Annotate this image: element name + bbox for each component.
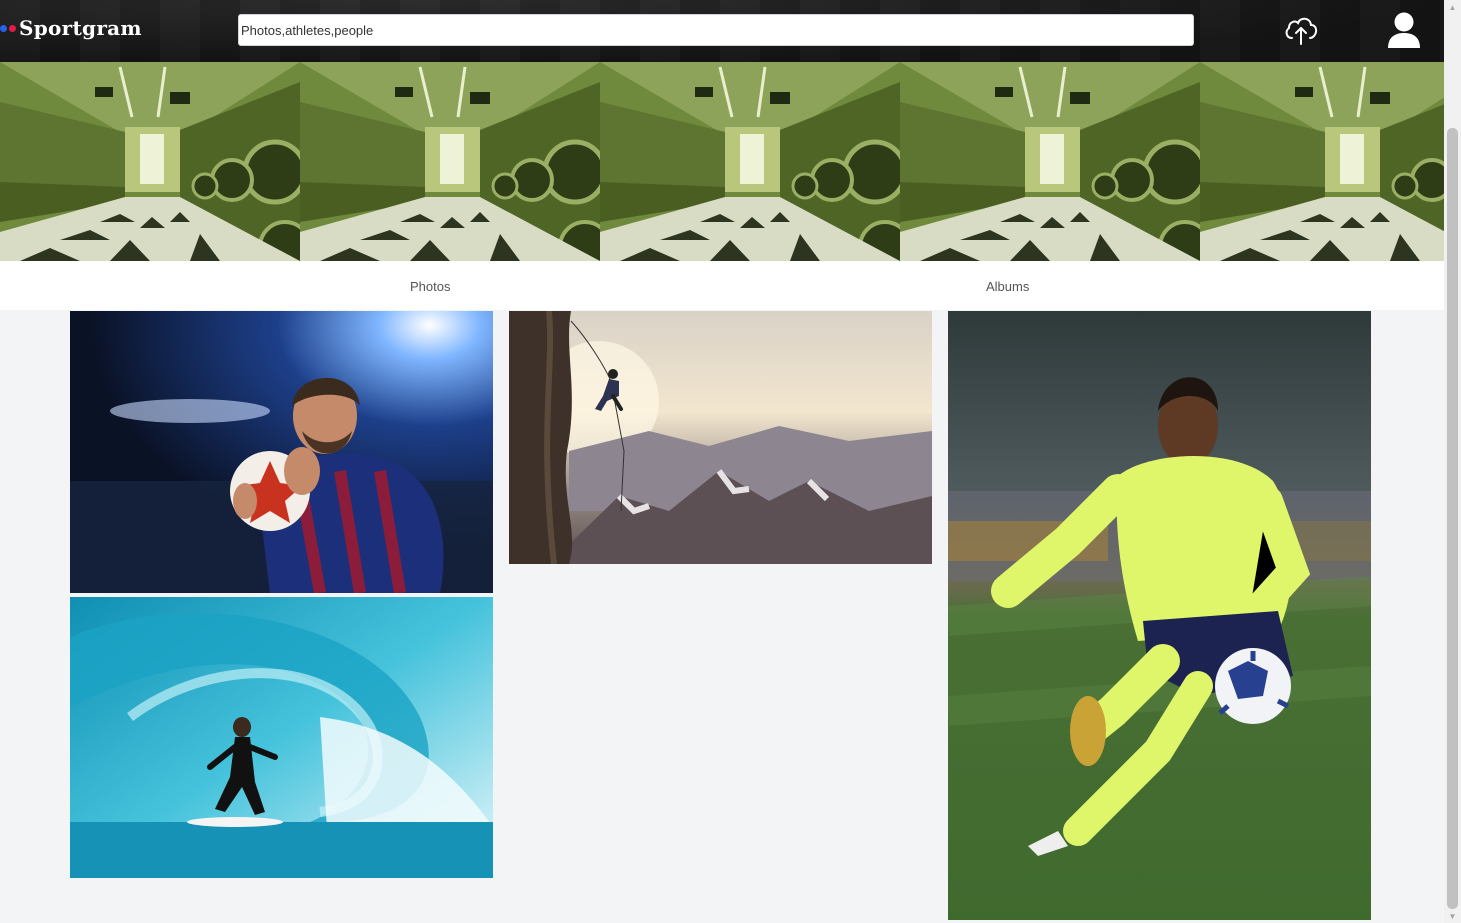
banner-tile (600, 62, 900, 261)
banner-tile (0, 62, 300, 261)
logo-dot-blue (0, 24, 7, 32)
gallery-photo-climber-cliff[interactable] (509, 311, 932, 564)
cloud-upload-icon (1285, 17, 1318, 45)
scroll-up-arrow-icon[interactable]: ▲ (1444, 0, 1461, 14)
vertical-scrollbar[interactable]: ▲ ▼ (1444, 0, 1461, 923)
gallery-photo-soccer-player-kick[interactable] (948, 311, 1371, 920)
banner-tile (300, 62, 600, 261)
banner-tile (1200, 62, 1444, 261)
search-input[interactable] (238, 14, 1194, 46)
banner-tile (900, 62, 1200, 261)
cover-banner (0, 62, 1444, 261)
scrollbar-thumb[interactable] (1447, 128, 1458, 909)
scroll-down-arrow-icon[interactable]: ▼ (1444, 909, 1461, 923)
top-navigation-bar: Sportgram (0, 0, 1444, 62)
brand-name: Sportgram (19, 16, 142, 40)
brand-logo[interactable]: Sportgram (0, 14, 142, 42)
gallery-photo-soccer-player-ball[interactable] (70, 311, 493, 593)
tab-albums[interactable]: Albums (986, 279, 1029, 294)
user-avatar-icon (1388, 12, 1420, 48)
logo-dot-red (9, 24, 16, 32)
profile-button[interactable] (1384, 10, 1424, 50)
tab-photos[interactable]: Photos (410, 279, 450, 294)
upload-button[interactable] (1281, 10, 1321, 50)
gallery-photo-surfer-wave[interactable] (70, 597, 493, 878)
content-tabs: Photos Albums (0, 261, 1444, 310)
